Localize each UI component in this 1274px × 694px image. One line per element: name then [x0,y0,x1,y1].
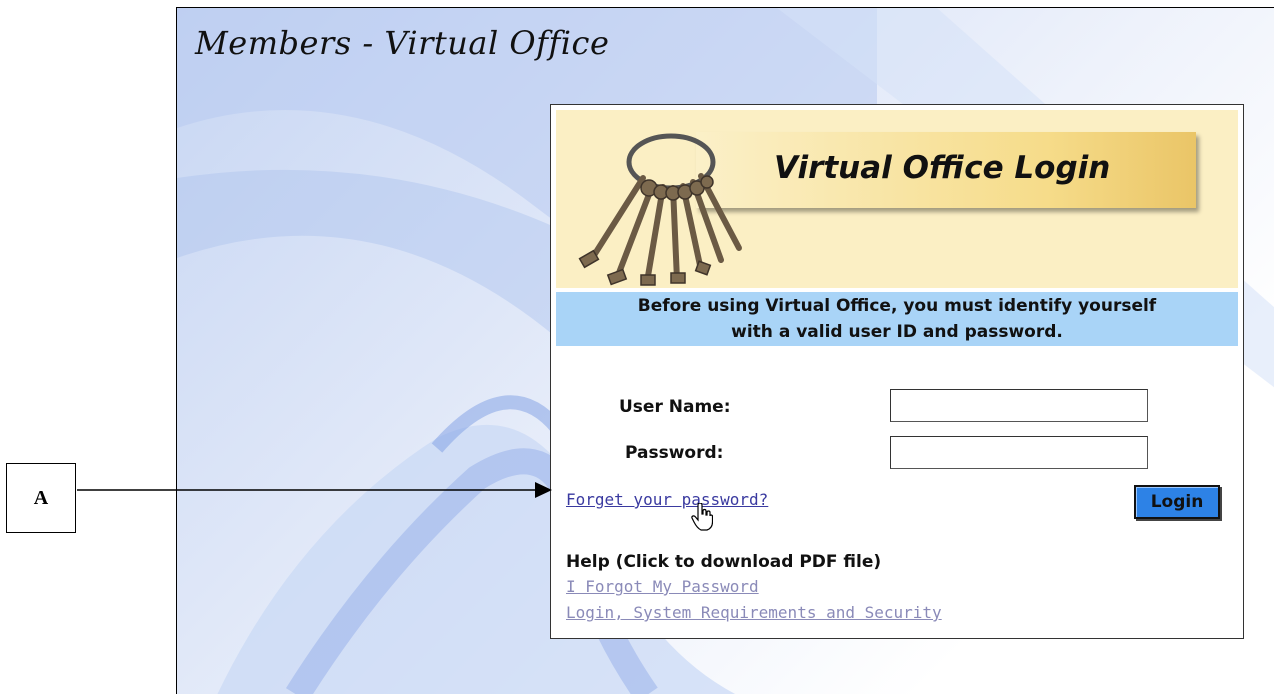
callout-box: A [6,463,76,533]
help-link-forgot-password[interactable]: I Forgot My Password [566,577,759,596]
hand-cursor-icon [691,503,713,531]
banner-title: Virtual Office Login [774,150,1111,186]
notice-line-2: with a valid user ID and password. [731,322,1063,342]
notice-line-1: Before using Virtual Office, you must id… [637,296,1157,316]
document-stage: A Members - Virtual Office Virtual Offic… [0,0,1274,694]
username-label: User Name: [619,397,731,417]
help-heading: Help (Click to download PDF file) [566,552,882,572]
password-label: Password: [625,443,724,463]
login-banner: Virtual Office Login [556,110,1238,288]
page-title: Members - Virtual Office [195,24,610,62]
keys-icon [578,133,742,286]
username-input[interactable] [890,389,1148,422]
login-button[interactable]: Login [1134,485,1220,519]
forgot-password-link[interactable]: Forget your password? [566,490,768,509]
virtual-office-page: Members - Virtual Office Virtual Office … [176,7,1274,694]
login-notice: Before using Virtual Office, you must id… [556,292,1238,346]
callout-label: A [33,486,49,509]
help-link-system-requirements[interactable]: Login, System Requirements and Security [566,603,942,622]
login-panel: Virtual Office Login Before using Virtua… [550,104,1244,639]
password-input[interactable] [890,436,1148,469]
